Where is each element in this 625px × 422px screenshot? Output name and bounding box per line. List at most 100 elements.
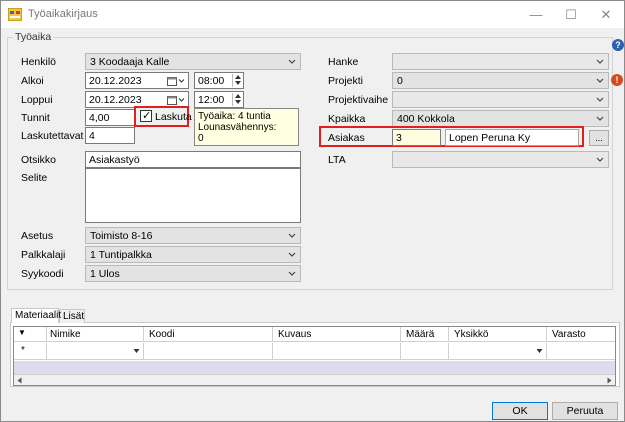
- maximize-button[interactable]: ☐: [553, 1, 589, 28]
- maximize-icon: ☐: [565, 6, 577, 22]
- close-icon: ✕: [600, 6, 612, 22]
- syykoodi-value: 1 Ulos: [90, 268, 120, 280]
- projekti-value: 0: [397, 75, 403, 87]
- palkkalaji-label: Palkkalaji: [21, 249, 66, 261]
- spinner-icon[interactable]: [232, 93, 242, 106]
- column-divider: [448, 327, 449, 342]
- calendar-icon[interactable]: [167, 74, 187, 87]
- grid-header: ▼ Nimike Koodi Kuvaus Määrä Yksikkö Vara…: [14, 327, 615, 342]
- tab-lisat[interactable]: Lisät: [59, 309, 85, 323]
- application-window: Työaikakirjaus — ☐ ✕ Työaika ? Henkilö 3…: [0, 0, 625, 422]
- checkmark-icon: ✓: [142, 110, 152, 122]
- lta-label: LTA: [328, 154, 346, 166]
- new-row-marker: *: [21, 345, 25, 356]
- close-button[interactable]: ✕: [588, 1, 624, 28]
- chevron-down-icon: [133, 349, 140, 353]
- column-divider: [400, 327, 401, 342]
- materiaalit-grid[interactable]: ▼ Nimike Koodi Kuvaus Määrä Yksikkö Vara…: [13, 326, 616, 386]
- tab-materiaalit[interactable]: Materiaalit: [11, 308, 61, 323]
- chevron-down-icon: [288, 252, 296, 257]
- koodi-cell[interactable]: [143, 343, 272, 360]
- chevron-down-icon: [596, 116, 604, 121]
- yksikko-cell[interactable]: [448, 343, 546, 360]
- column-header-nimike[interactable]: Nimike: [50, 329, 81, 340]
- grid-empty-area: [14, 361, 615, 374]
- help-icon[interactable]: ?: [612, 39, 624, 51]
- otsikko-value: Asiakastyö: [89, 154, 140, 166]
- column-header-yksikko[interactable]: Yksikkö: [454, 329, 488, 340]
- error-icon[interactable]: !: [611, 74, 623, 86]
- column-header-varasto[interactable]: Varasto: [552, 329, 586, 340]
- loppui-time-input[interactable]: 12:00: [194, 91, 244, 108]
- laskutettavat-value: 4: [89, 130, 95, 142]
- henkilo-label: Henkilö: [21, 56, 57, 68]
- info-line-3: 0: [198, 133, 204, 144]
- ok-button[interactable]: OK: [492, 402, 548, 420]
- column-header-koodi[interactable]: Koodi: [149, 329, 175, 340]
- column-header-kuvaus[interactable]: Kuvaus: [278, 329, 311, 340]
- syykoodi-combo[interactable]: 1 Ulos: [85, 265, 301, 282]
- alkoi-label: Alkoi: [21, 75, 44, 87]
- kpaikka-combo[interactable]: 400 Kokkola: [392, 110, 609, 127]
- hanke-combo[interactable]: [392, 53, 609, 70]
- chevron-down-icon: [288, 59, 296, 64]
- asetus-combo[interactable]: Toimisto 8-16: [85, 227, 301, 244]
- tunnit-input[interactable]: 4,00: [85, 109, 135, 126]
- title-bar: Työaikakirjaus — ☐ ✕: [1, 1, 624, 28]
- alkoi-date-value: 20.12.2023: [89, 75, 142, 87]
- minimize-button[interactable]: —: [518, 1, 554, 28]
- spinner-icon[interactable]: [232, 74, 242, 87]
- laskutettavat-label: Laskutettavat: [21, 130, 84, 142]
- alkoi-date-picker[interactable]: 20.12.2023: [85, 72, 189, 89]
- cancel-button[interactable]: Peruuta: [552, 402, 618, 420]
- chevron-down-icon: [288, 233, 296, 238]
- selite-textarea[interactable]: [85, 168, 301, 223]
- info-line-2: Lounasvähennys:: [198, 122, 277, 133]
- asiakas-browse-button[interactable]: ...: [589, 130, 609, 146]
- alkoi-time-value: 08:00: [198, 75, 225, 87]
- asiakas-code-input[interactable]: 3: [392, 129, 441, 146]
- horizontal-scrollbar[interactable]: [14, 374, 615, 385]
- column-divider: [46, 327, 47, 342]
- projekti-label: Projekti: [328, 75, 364, 87]
- window-title: Työaikakirjaus: [28, 8, 98, 20]
- asiakas-label: Asiakas: [328, 132, 365, 144]
- alkoi-time-input[interactable]: 08:00: [194, 72, 244, 89]
- chevron-down-icon: [596, 78, 604, 83]
- minimize-icon: —: [529, 7, 543, 22]
- column-header-maara[interactable]: Määrä: [406, 329, 434, 340]
- chevron-down-icon: [288, 271, 296, 276]
- nimike-cell[interactable]: [46, 343, 143, 360]
- maara-cell[interactable]: [400, 343, 448, 360]
- tyoaika-info-box: Työaika: 4 tuntia Lounasvähennys: 0: [194, 108, 299, 146]
- laskuta-label[interactable]: Laskuta: [155, 111, 192, 123]
- tunnit-label: Tunnit: [21, 112, 50, 124]
- grid-new-row[interactable]: *: [14, 343, 615, 360]
- info-line-1: Työaika: 4 tuntia: [198, 111, 271, 122]
- loppui-label: Loppui: [21, 94, 53, 106]
- lta-combo[interactable]: [392, 151, 609, 168]
- column-divider: [272, 327, 273, 342]
- chevron-down-icon: [596, 97, 604, 102]
- asetus-value: Toimisto 8-16: [90, 230, 153, 242]
- laskuta-checkbox[interactable]: ✓: [140, 110, 152, 122]
- palkkalaji-combo[interactable]: 1 Tuntipalkka: [85, 246, 301, 263]
- asiakas-code-value: 3: [396, 132, 402, 144]
- scroll-left-icon[interactable]: [17, 377, 22, 384]
- calendar-icon[interactable]: [167, 93, 187, 106]
- asiakas-name-value: Lopen Peruna Ky: [449, 132, 531, 144]
- otsikko-label: Otsikko: [21, 154, 57, 166]
- henkilo-combo[interactable]: 3 Koodaaja Kalle: [85, 53, 301, 70]
- laskutettavat-input[interactable]: 4: [85, 127, 135, 144]
- kpaikka-value: 400 Kokkola: [397, 113, 455, 125]
- filter-icon[interactable]: ▼: [18, 328, 26, 337]
- column-divider: [143, 327, 144, 342]
- scroll-right-icon[interactable]: [607, 377, 612, 384]
- help-glyph: ?: [615, 40, 621, 50]
- projektivaihe-combo[interactable]: [392, 91, 609, 108]
- varasto-cell[interactable]: [546, 343, 615, 360]
- loppui-time-value: 12:00: [198, 94, 225, 106]
- kuvaus-cell[interactable]: [272, 343, 400, 360]
- projekti-combo[interactable]: 0: [392, 72, 609, 89]
- otsikko-input[interactable]: Asiakastyö: [85, 151, 301, 168]
